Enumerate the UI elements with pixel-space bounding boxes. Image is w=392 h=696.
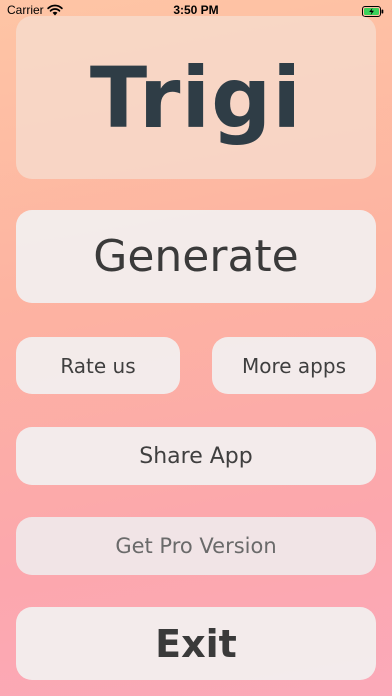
generate-button-label: Generate: [93, 231, 299, 282]
more-apps-button-label: More apps: [241, 353, 346, 378]
more-apps-button[interactable]: More apps: [212, 337, 376, 394]
share-app-button-label: Share App: [139, 443, 253, 469]
status-time: 3:50 PM: [173, 3, 219, 17]
rate-us-button[interactable]: Rate us: [16, 337, 180, 394]
generate-button[interactable]: Generate: [16, 210, 376, 303]
exit-button[interactable]: Exit: [16, 607, 376, 680]
app-title: Trigi: [89, 48, 303, 147]
get-pro-version-button[interactable]: Get Pro Version: [16, 517, 376, 575]
rate-us-button-label: Rate us: [60, 353, 136, 378]
app-title-banner: Trigi: [16, 16, 376, 179]
get-pro-version-button-label: Get Pro Version: [115, 534, 277, 558]
exit-button-label: Exit: [155, 621, 237, 666]
share-app-button[interactable]: Share App: [16, 427, 376, 485]
